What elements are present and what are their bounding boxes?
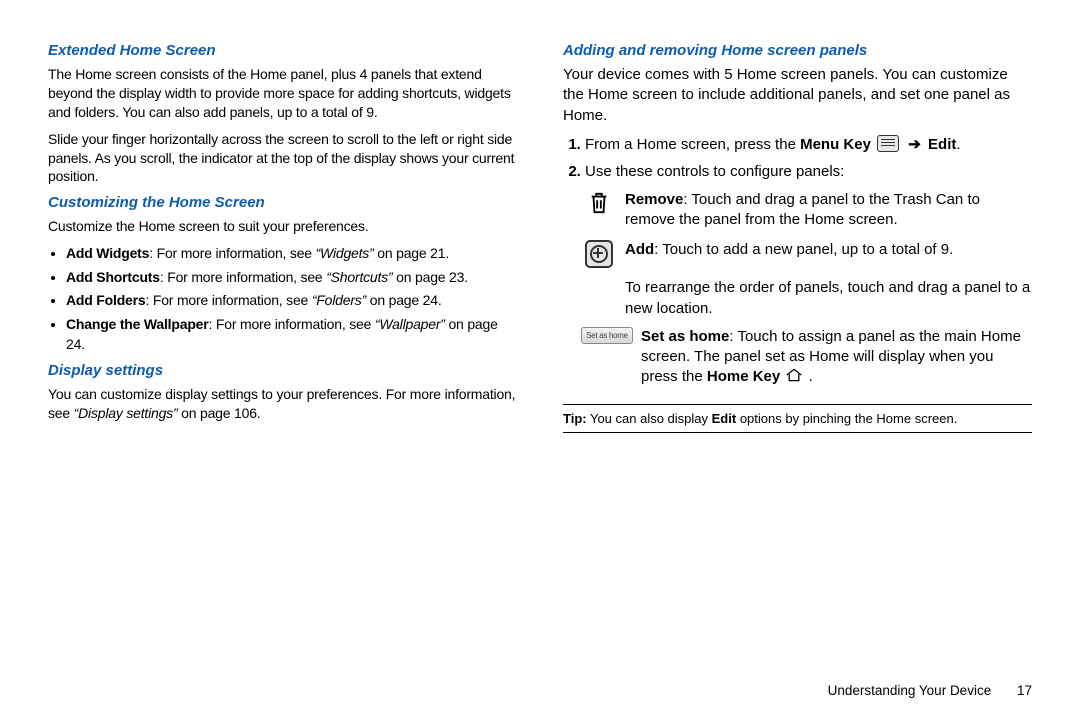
trash-icon — [588, 190, 610, 222]
set-as-home-icon: Set as home — [581, 327, 633, 344]
heading-display-settings: Display settings — [48, 362, 517, 379]
para-rearrange: To rearrange the order of panels, touch … — [625, 278, 1032, 319]
footer-section: Understanding Your Device — [828, 683, 992, 698]
step-2: Use these controls to configure panels: … — [585, 161, 1032, 390]
home-key-icon — [784, 367, 804, 389]
bullet-add-widgets: Add Widgets: For more information, see “… — [66, 244, 517, 264]
para-extended-1: The Home screen consists of the Home pan… — [48, 65, 517, 122]
para-display-settings: You can customize display settings to yo… — [48, 385, 517, 423]
customize-list: Add Widgets: For more information, see “… — [48, 244, 517, 354]
bullet-add-folders: Add Folders: For more information, see “… — [66, 291, 517, 311]
bullet-wallpaper: Change the Wallpaper: For more informati… — [66, 315, 517, 354]
footer-page-number: 17 — [1017, 683, 1032, 698]
arrow-icon: ➔ — [908, 136, 921, 153]
step-1: From a Home screen, press the Menu Key ➔… — [585, 134, 1032, 155]
page-footer: Understanding Your Device 17 — [828, 683, 1032, 698]
heading-adding-removing: Adding and removing Home screen panels — [563, 42, 1032, 59]
control-set-home: Set as home Set as home: Touch to assign… — [585, 327, 1032, 390]
steps-list: From a Home screen, press the Menu Key ➔… — [563, 134, 1032, 390]
para-extended-2: Slide your finger horizontally across th… — [48, 130, 517, 187]
para-panels-intro: Your device comes with 5 Home screen pan… — [563, 65, 1032, 126]
right-column: Adding and removing Home screen panels Y… — [563, 34, 1032, 433]
menu-key-icon — [877, 135, 899, 152]
left-column: Extended Home Screen The Home screen con… — [48, 34, 517, 433]
add-icon — [585, 240, 613, 268]
para-customize-intro: Customize the Home screen to suit your p… — [48, 217, 517, 236]
heading-extended-home: Extended Home Screen — [48, 42, 517, 59]
control-remove: Remove: Touch and drag a panel to the Tr… — [585, 190, 1032, 231]
heading-customizing: Customizing the Home Screen — [48, 194, 517, 211]
tip-box: Tip: You can also display Edit options b… — [563, 404, 1032, 433]
bullet-add-shortcuts: Add Shortcuts: For more information, see… — [66, 268, 517, 288]
control-add: Add: Touch to add a new panel, up to a t… — [585, 240, 1032, 268]
